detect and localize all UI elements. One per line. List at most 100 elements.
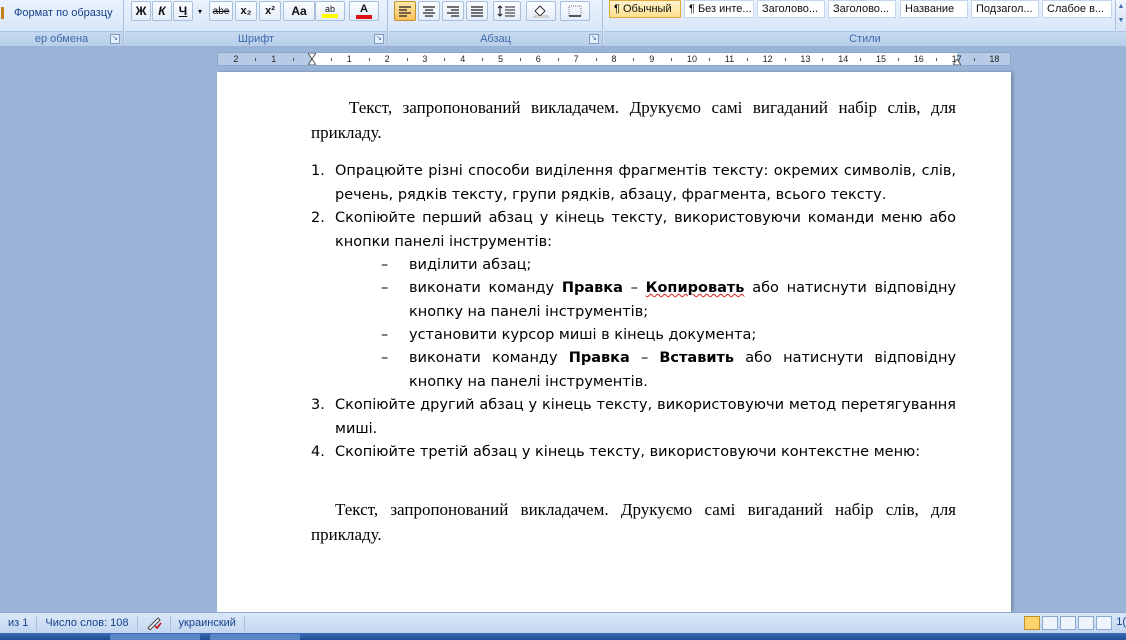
style-title[interactable]: Название	[900, 0, 968, 18]
taskbar-button[interactable]	[110, 634, 200, 640]
sublist-text: виконати команду Правка – Вставить або н…	[409, 350, 957, 390]
align-right-button[interactable]	[442, 1, 464, 21]
underline-dropdown-icon[interactable]: ▾	[195, 1, 205, 21]
font-color-icon: A	[360, 2, 368, 15]
list-dash: –	[381, 327, 389, 343]
ruler-number: 8	[611, 54, 617, 64]
superscript-button[interactable]: x²	[259, 1, 281, 21]
ruler-number: 1	[346, 54, 352, 64]
line-spacing-icon	[497, 5, 515, 17]
sublist-item-1: – виділити абзац;	[381, 254, 956, 278]
spellcheck-status[interactable]	[138, 615, 171, 631]
sublist-text: установити курсор миші в кінець документ…	[409, 327, 757, 343]
align-left-button[interactable]	[394, 1, 416, 21]
ruler-number: 7	[573, 54, 579, 64]
justify-icon	[471, 6, 483, 17]
clipboard-launcher-icon[interactable]: ↘	[110, 34, 120, 44]
paragraph-launcher-icon[interactable]: ↘	[589, 34, 599, 44]
align-center-icon	[423, 6, 435, 17]
style-heading-2[interactable]: Заголово...	[828, 0, 896, 18]
highlight-icon: ab	[324, 4, 335, 14]
menu-name-pravka: Правка	[568, 350, 630, 366]
ruler-number: 4	[460, 54, 466, 64]
styles-group: ¶ Обычный ¶ Без инте... Заголово... Заго…	[604, 0, 1126, 46]
ruler-number: 16	[913, 54, 924, 64]
borders-icon	[568, 5, 582, 17]
web-layout-icon[interactable]	[1060, 616, 1076, 630]
sublist-item-2: – виконати команду Правка – Копировать а…	[381, 277, 956, 324]
horizontal-ruler[interactable]: 211123456789101112131415161718	[217, 52, 1011, 66]
draft-icon[interactable]	[1096, 616, 1112, 630]
align-right-icon	[447, 6, 459, 17]
ruler-number: 12	[762, 54, 773, 64]
ruler-tick	[368, 58, 370, 61]
language-indicator[interactable]: украинский	[171, 615, 245, 631]
font-launcher-icon[interactable]: ↘	[374, 34, 384, 44]
list-item-text: Скопіюйте перший абзац у кінець тексту, …	[335, 210, 956, 250]
menu-name-pravka: Правка	[561, 280, 623, 296]
font-color-button[interactable]: A	[349, 1, 379, 21]
ruler-tick	[784, 58, 786, 61]
spellcheck-icon	[146, 617, 162, 630]
italic-button[interactable]: К	[152, 1, 172, 21]
shading-button[interactable]	[526, 1, 556, 21]
borders-button[interactable]	[560, 1, 590, 21]
ruler-tick	[746, 58, 748, 61]
ruler-tick	[671, 58, 673, 61]
word-count[interactable]: Число слов: 108	[37, 615, 138, 631]
ruler-tick	[633, 58, 635, 61]
style-no-spacing[interactable]: ¶ Без инте...	[684, 0, 754, 18]
underline-button[interactable]: Ч	[173, 1, 193, 21]
style-normal[interactable]: ¶ Обычный	[609, 0, 681, 18]
clipboard-group: Формат по образцу ер обмена ↘	[0, 0, 124, 46]
page-count[interactable]: из 1	[0, 615, 38, 631]
ribbon: Формат по образцу ер обмена ↘ Ж К Ч ▾ ab…	[0, 0, 1126, 46]
full-screen-reading-icon[interactable]	[1042, 616, 1058, 630]
strikethrough-button[interactable]: abe	[209, 1, 233, 21]
subscript-button[interactable]: x₂	[235, 1, 257, 21]
highlight-button[interactable]: ab	[315, 1, 345, 21]
document-page[interactable]: Текст, запропонований викладачем. Друкує…	[217, 72, 1011, 612]
outline-icon[interactable]	[1078, 616, 1094, 630]
sublist-item-3: – установити курсор миші в кінець докуме…	[381, 324, 956, 348]
sublist-text: виконати команду Правка – Копировать або…	[409, 280, 957, 320]
list-item-text: Опрацюйте різні способи виділення фрагме…	[335, 163, 956, 203]
ruler-tick	[406, 58, 408, 61]
list-item-4: 4. Скопіюйте третій абзац у кінець текст…	[311, 441, 956, 465]
ruler-tick	[973, 58, 975, 61]
taskbar	[0, 633, 1126, 640]
right-indent-marker[interactable]	[953, 59, 961, 65]
styles-caption: Стили	[604, 31, 1126, 46]
bold-button[interactable]: Ж	[131, 1, 151, 21]
zoom-level[interactable]: 1(	[1116, 616, 1126, 628]
ruler-tick	[255, 58, 257, 61]
ruler-number: 5	[498, 54, 504, 64]
styles-scroll-up-icon[interactable]: ▲ ▼	[1115, 0, 1126, 30]
format-painter-button[interactable]: Формат по образцу	[0, 3, 113, 23]
ruler-tick	[444, 58, 446, 61]
paragraph-group: Абзац ↘	[389, 0, 603, 46]
style-subtle-emphasis[interactable]: Слабое в...	[1042, 0, 1112, 18]
taskbar-button[interactable]	[210, 634, 300, 640]
change-case-button[interactable]: Aa	[283, 1, 315, 21]
justify-button[interactable]	[466, 1, 488, 21]
align-center-button[interactable]	[418, 1, 440, 21]
style-subtitle[interactable]: Подзагол...	[971, 0, 1039, 18]
ruler-number: 3	[422, 54, 428, 64]
list-item-3: 3. Скопіюйте другий абзац у кінець текст…	[311, 394, 956, 441]
print-layout-icon[interactable]	[1024, 616, 1040, 630]
ruler-tick	[897, 58, 899, 61]
ruler-number: 10	[687, 54, 698, 64]
ruler-number: 1	[271, 54, 277, 64]
list-dash: –	[381, 257, 389, 273]
ruler-number: 18	[989, 54, 1000, 64]
paragraph-end: Текст, запропонований викладачем. Друкує…	[311, 500, 956, 544]
list-number: 4.	[311, 444, 325, 460]
view-buttons	[1024, 616, 1112, 630]
vertical-scrollbar[interactable]	[1116, 46, 1126, 612]
format-painter-label: Формат по образцу	[14, 7, 113, 19]
hanging-indent-marker[interactable]	[308, 59, 316, 65]
line-spacing-button[interactable]	[493, 1, 521, 21]
style-heading-1[interactable]: Заголово...	[757, 0, 825, 18]
font-group: Ж К Ч ▾ abe x₂ x² Aa ab A Шрифт ↘	[125, 0, 388, 46]
